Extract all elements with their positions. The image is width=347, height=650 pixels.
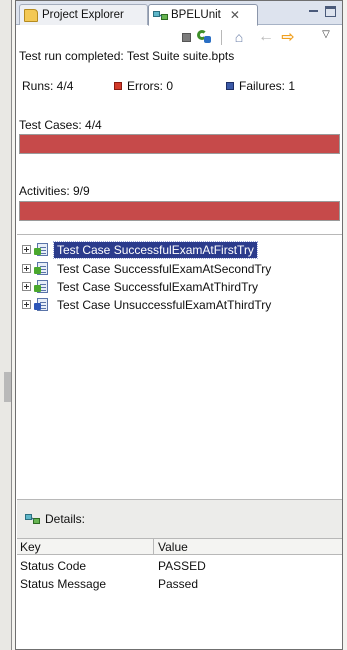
maximize-icon[interactable] — [325, 6, 336, 17]
row-key: Status Message — [20, 577, 107, 591]
activities-progress-fill — [20, 202, 339, 220]
stop-icon — [181, 32, 191, 42]
column-divider[interactable] — [153, 539, 154, 555]
error-icon — [114, 82, 122, 90]
test-case-tree[interactable]: Test Case SuccessfulExamAtFirstTry Test … — [17, 234, 342, 499]
rerun-icon — [196, 29, 212, 45]
tree-item-label: Test Case SuccessfulExamAtThirdTry — [57, 279, 258, 294]
view-menu-button[interactable]: ▽ — [318, 26, 334, 42]
row-value: PASSED — [158, 559, 206, 573]
rerun-button[interactable] — [196, 29, 212, 45]
stop-button[interactable] — [178, 29, 194, 45]
details-title: Details: — [45, 512, 86, 526]
close-icon[interactable]: ✕ — [230, 8, 240, 22]
home-icon: ⌂ — [234, 29, 244, 45]
run-summary: Test run completed: Test Suite suite.bpt… — [19, 49, 235, 63]
test-cases-progress-bar — [19, 134, 340, 154]
column-header-value[interactable]: Value — [158, 540, 188, 554]
activities-progress-bar — [19, 201, 340, 221]
table-row[interactable]: Status Code PASSED — [17, 559, 342, 575]
test-case-passed-icon — [34, 279, 50, 294]
sash-handle[interactable] — [4, 372, 11, 402]
tree-item-label: Test Case SuccessfulExamAtFirstTry — [53, 240, 258, 259]
details-pane: Details: Key Value Status Code PASSED St… — [17, 499, 342, 649]
row-value: Passed — [158, 577, 199, 591]
tree-item[interactable]: Test Case UnsuccessfulExamAtThirdTry — [22, 296, 274, 313]
tab-project-explorer[interactable]: Project Explorer — [19, 4, 148, 25]
view-toolbar: ⌂ ← ⇨ ▽ — [16, 26, 342, 48]
forward-arrow-icon: ⇨ — [281, 29, 295, 46]
tree-item[interactable]: Test Case SuccessfulExamAtThirdTry — [22, 278, 261, 295]
row-key: Status Code — [20, 559, 87, 573]
view-menu-icon: ▽ — [322, 28, 330, 40]
forward-button[interactable]: ⇨ — [280, 29, 296, 46]
folder-icon — [24, 8, 38, 22]
tree-item-label: Test Case SuccessfulExamAtSecondTry — [57, 261, 272, 276]
editor-area-edge — [0, 0, 12, 650]
failures-count: Failures: 1 — [226, 79, 295, 93]
back-button[interactable]: ← — [258, 28, 274, 45]
minimize-icon[interactable] — [309, 6, 319, 18]
tab-label: Project Explorer — [42, 9, 124, 21]
test-case-passed-icon — [34, 242, 50, 257]
column-header-key[interactable]: Key — [20, 540, 41, 554]
view-tab-bar: Project Explorer BPELUnit ✕ — [16, 1, 342, 26]
bpelunit-icon — [25, 513, 40, 525]
bpelunit-icon — [153, 9, 168, 22]
run-counts: Runs: 4/4 Errors: 0 Failures: 1 — [22, 79, 340, 95]
test-cases-label: Test Cases: 4/4 — [19, 118, 102, 132]
expand-icon[interactable] — [22, 264, 31, 273]
tree-item[interactable]: Test Case SuccessfulExamAtFirstTry — [22, 240, 258, 259]
failure-icon — [226, 82, 234, 90]
runs-count: Runs: 4/4 — [22, 79, 74, 93]
expand-icon[interactable] — [22, 245, 31, 254]
details-table-header: Key Value — [17, 539, 342, 555]
tab-bpelunit[interactable]: BPELUnit ✕ — [148, 4, 258, 26]
expand-icon[interactable] — [22, 282, 31, 291]
tab-label: BPELUnit — [171, 9, 221, 21]
tree-item[interactable]: Test Case SuccessfulExamAtSecondTry — [22, 260, 274, 277]
table-row[interactable]: Status Message Passed — [17, 577, 342, 593]
errors-count: Errors: 0 — [114, 79, 173, 93]
tree-item-label: Test Case UnsuccessfulExamAtThirdTry — [57, 297, 272, 312]
activities-label: Activities: 9/9 — [19, 184, 90, 198]
expand-icon[interactable] — [22, 300, 31, 309]
bpelunit-view: Project Explorer BPELUnit ✕ ⌂ ← ⇨ ▽ Test… — [15, 0, 343, 650]
test-cases-progress-fill — [20, 135, 339, 153]
toolbar-separator — [221, 30, 222, 45]
details-header: Details: — [17, 499, 342, 539]
test-case-failed-icon — [34, 297, 50, 312]
back-arrow-icon: ← — [258, 28, 274, 45]
home-button[interactable]: ⌂ — [231, 29, 247, 45]
test-case-passed-icon — [34, 261, 50, 276]
